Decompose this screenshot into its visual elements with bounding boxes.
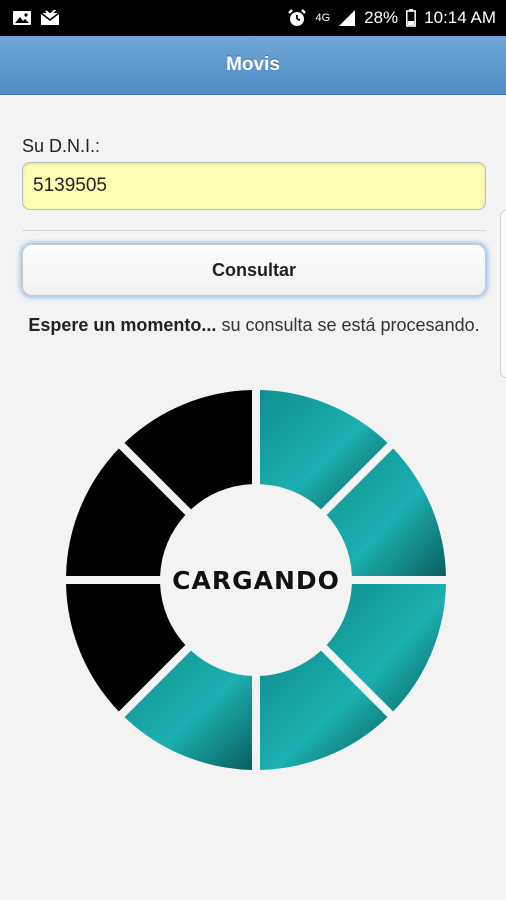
loading-text: CARGANDO <box>172 565 340 595</box>
signal-icon <box>338 9 356 27</box>
status-bar-left <box>12 10 60 26</box>
app-header: Movis <box>0 36 506 95</box>
alarm-icon <box>287 8 307 28</box>
wait-message-rest: su consulta se está procesando. <box>216 315 480 335</box>
page-title: Movis <box>226 54 280 75</box>
battery-icon <box>406 9 417 27</box>
divider <box>22 230 486 231</box>
mail-icon <box>40 10 60 26</box>
image-icon <box>12 10 32 26</box>
dni-label: Su D.N.I.: <box>22 136 101 156</box>
wait-message: Espere un momento... su consulta se está… <box>22 312 486 339</box>
status-bar: 4G 28% 10:14 AM <box>0 0 506 36</box>
clock: 10:14 AM <box>424 8 496 27</box>
status-bar-right: 4G 28% 10:14 AM <box>287 8 496 28</box>
loading-spinner: CARGANDO <box>62 386 450 774</box>
battery-percent: 28% <box>364 8 399 27</box>
wait-message-bold: Espere un momento... <box>28 315 217 335</box>
network-type: 4G <box>315 12 331 24</box>
side-panel-handle[interactable] <box>500 210 506 378</box>
consultar-button[interactable]: Consultar <box>22 244 486 296</box>
dni-input[interactable]: 5139505 <box>22 162 486 210</box>
